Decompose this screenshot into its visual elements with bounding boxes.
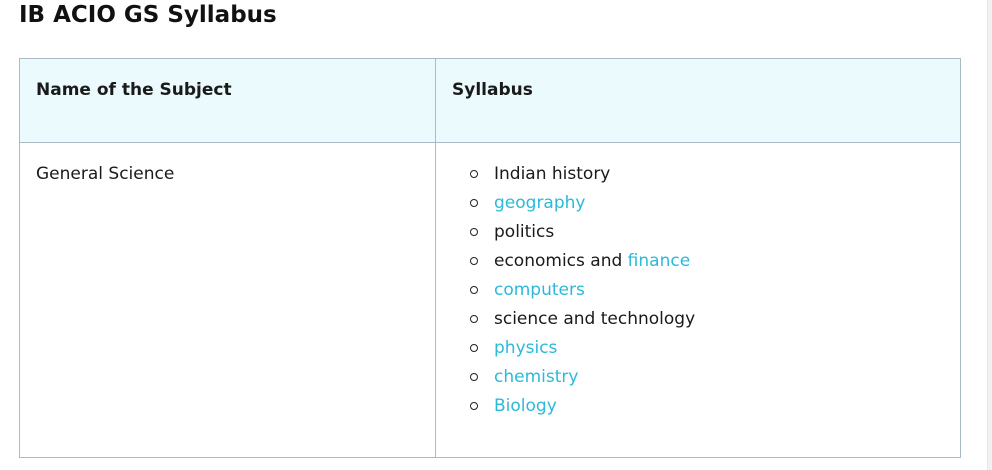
- list-item-science-technology: science and technology: [470, 305, 944, 334]
- circle-bullet-icon: [470, 344, 478, 352]
- topic-list: Indian history geography politics econom…: [452, 160, 944, 421]
- list-item-chemistry[interactable]: chemistry: [470, 363, 944, 392]
- topic-text: Indian history: [494, 164, 611, 184]
- header-subject: Name of the Subject: [19, 58, 436, 143]
- biology-link[interactable]: Biology: [494, 396, 557, 416]
- topic-text: politics: [494, 222, 555, 242]
- cell-syllabus: Indian history geography politics econom…: [435, 142, 961, 458]
- cell-subject: General Science: [19, 142, 436, 458]
- circle-bullet-icon: [470, 315, 478, 323]
- list-item-economics: economics and finance: [470, 247, 944, 276]
- topic-text: science and technology: [494, 309, 696, 329]
- page-title: IB ACIO GS Syllabus: [19, 2, 277, 28]
- header-syllabus: Syllabus: [435, 58, 961, 143]
- table-body: General Science Indian history geography…: [19, 142, 961, 458]
- physics-link[interactable]: physics: [494, 338, 557, 358]
- syllabus-table: Name of the Subject Syllabus General Sci…: [19, 58, 961, 458]
- circle-bullet-icon: [470, 286, 478, 294]
- list-item-biology[interactable]: Biology: [470, 392, 944, 421]
- finance-link[interactable]: finance: [628, 251, 690, 271]
- computers-link[interactable]: computers: [494, 280, 585, 300]
- chemistry-link[interactable]: chemistry: [494, 367, 578, 387]
- table-header: Name of the Subject Syllabus: [19, 58, 961, 143]
- circle-bullet-icon: [470, 373, 478, 381]
- circle-bullet-icon: [470, 402, 478, 410]
- circle-bullet-icon: [470, 228, 478, 236]
- header-row: Name of the Subject Syllabus: [19, 58, 961, 143]
- table-row: General Science Indian history geography…: [19, 142, 961, 458]
- list-item-politics: politics: [470, 218, 944, 247]
- scrollbar-track[interactable]: [987, 0, 992, 470]
- list-item-physics[interactable]: physics: [470, 334, 944, 363]
- circle-bullet-icon: [470, 199, 478, 207]
- list-item-computers[interactable]: computers: [470, 276, 944, 305]
- list-item-geography[interactable]: geography: [470, 189, 944, 218]
- geography-link[interactable]: geography: [494, 193, 585, 213]
- circle-bullet-icon: [470, 170, 478, 178]
- topic-text: economics and: [494, 251, 628, 271]
- list-item-indian-history: Indian history: [470, 160, 944, 189]
- circle-bullet-icon: [470, 257, 478, 265]
